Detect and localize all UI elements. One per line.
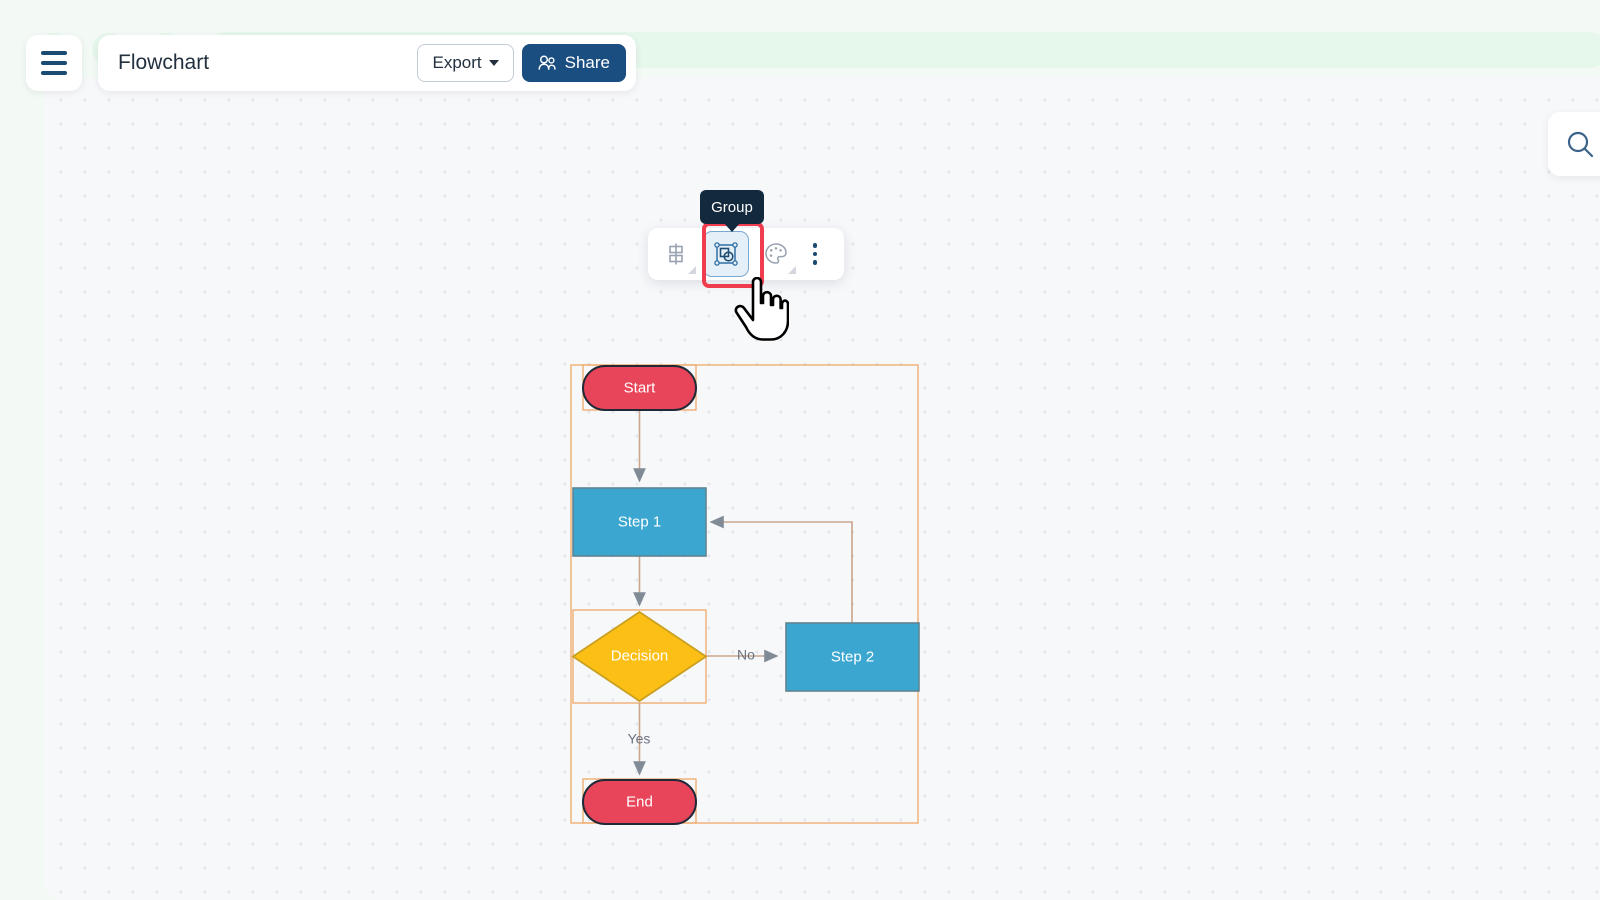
palette-icon: [765, 243, 787, 264]
submenu-indicator-icon: [788, 266, 796, 274]
node-step2[interactable]: Step 2: [785, 622, 920, 692]
share-button[interactable]: Share: [521, 44, 626, 82]
pointing-hand-cursor: [734, 277, 789, 341]
tooltip: Group: [700, 190, 764, 224]
export-button[interactable]: Export: [417, 44, 514, 82]
document-titlebar: Flowchart Export Share: [98, 35, 636, 91]
tooltip-arrow: [724, 223, 740, 232]
diagram-canvas[interactable]: No Yes Start Step 1 Decision Step 2 End: [43, 78, 1600, 900]
page-title[interactable]: Flowchart: [118, 51, 417, 75]
group-button[interactable]: [703, 231, 749, 277]
node-label-decision: Decision: [611, 647, 669, 664]
search-widget[interactable]: [1548, 112, 1600, 176]
node-end[interactable]: End: [582, 779, 697, 825]
group-icon: [714, 242, 738, 266]
hamburger-icon: [41, 71, 67, 75]
node-label-step1: Step 1: [618, 513, 661, 530]
node-decision[interactable]: Decision: [571, 610, 708, 703]
chevron-down-icon: [488, 60, 499, 66]
node-label-start: Start: [624, 379, 657, 396]
people-icon: [538, 55, 556, 70]
node-label-step2: Step 2: [831, 648, 874, 665]
menu-button[interactable]: [26, 35, 82, 91]
more-options-button[interactable]: [800, 232, 830, 276]
share-label: Share: [564, 53, 610, 72]
align-button[interactable]: [654, 232, 698, 276]
edge-label-yes: Yes: [628, 731, 651, 747]
node-label-end: End: [626, 793, 653, 810]
more-vertical-icon: [812, 243, 818, 265]
color-button[interactable]: [754, 232, 798, 276]
hamburger-icon: [41, 61, 67, 65]
magnifier-icon: [1567, 131, 1594, 158]
node-start[interactable]: Start: [582, 365, 697, 411]
flowchart-svg: No Yes Start Step 1 Decision Step 2 End: [570, 364, 920, 825]
edge-step2-step1[interactable]: [709, 515, 853, 623]
edge-label-no: No: [737, 647, 755, 663]
hamburger-icon: [41, 51, 67, 55]
node-step1[interactable]: Step 1: [572, 487, 707, 557]
export-label: Export: [432, 53, 482, 72]
shape-toolbar: [648, 228, 844, 280]
align-icon: [669, 243, 683, 265]
selection-group-box[interactable]: [570, 364, 919, 824]
submenu-indicator-icon: [688, 266, 696, 274]
